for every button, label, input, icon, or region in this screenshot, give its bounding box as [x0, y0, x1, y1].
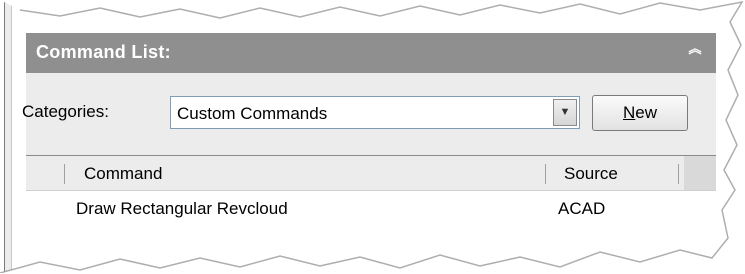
screenshot-stage: Command List: ︽ Categories: Custom Comma… — [0, 0, 745, 273]
torn-edge-shadow — [0, 0, 744, 273]
